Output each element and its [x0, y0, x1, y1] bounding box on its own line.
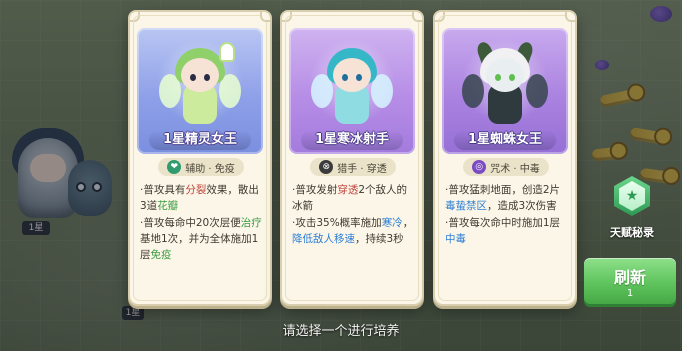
star-hex-icon: ★ [614, 176, 650, 216]
description-line: ·普攻每命中20次层便治疗基地1次，并为全体施加1层免疫 [140, 215, 264, 263]
talent-codex-button[interactable]: ★ 天赋秘录 [606, 176, 658, 250]
keyword-highlight: 分裂 [185, 184, 207, 196]
refresh-count: 1 [626, 288, 634, 299]
card-title: 1星寒冰射手 [300, 130, 404, 150]
hero-card-spider-queen[interactable]: 1星蜘蛛女王 ◎ 咒术 · 中毒 ·普攻猛刺地面，创造2片毒蛰禁区，造成3次伤害… [433, 10, 577, 306]
hero-card-ice-archer[interactable]: 1星寒冰射手 ⊗ 猎手 · 穿透 ·普攻发射穿透2个敌人的冰箭 ·攻击35%概率施… [280, 10, 424, 306]
talent-label: 天赋秘录 [610, 226, 654, 239]
keyword-highlight: 降低敌人移速 [292, 233, 355, 245]
role-tag: ◎ 咒术 · 中毒 [463, 158, 549, 176]
keyword-highlight: 花瓣 [157, 200, 179, 212]
role-tag: ⊗ 猎手 · 穿透 [310, 158, 396, 176]
description-line: ·普攻具有分裂效果，散出3道花瓣 [140, 182, 264, 214]
description-text: ·普攻每次命中时施加1层 [445, 217, 561, 229]
spider-queen-figure [462, 40, 548, 130]
description-text: ·普攻具有 [140, 184, 186, 196]
keyword-highlight: 穿透 [337, 184, 359, 196]
card-description: ·普攻具有分裂效果，散出3道花瓣 ·普攻每命中20次层便治疗基地1次，并为全体施加… [140, 182, 264, 264]
keyword-highlight: 中毒 [445, 233, 466, 245]
card-description: ·普攻猛刺地面，创造2片毒蛰禁区，造成3次伤害 ·普攻每次命中时施加1层中毒 [445, 182, 569, 248]
keyword-highlight: 毒蛰禁区 [445, 200, 487, 212]
card-portrait: 1星寒冰射手 [289, 28, 415, 154]
description-text: ， [402, 217, 414, 229]
description-text: ·普攻猛刺地面，创造2片 [445, 184, 561, 196]
description-line: ·攻击35%概率施加寒冷， 降低敌人移速，持续3秒 [292, 215, 416, 247]
role-label: 猎手 · 穿透 [337, 163, 387, 175]
spiral-icon: ◎ [472, 160, 487, 174]
card-portrait: 1星蜘蛛女王 [442, 28, 568, 154]
description-text: ·普攻发射 [292, 184, 338, 196]
description-text: ·普攻每命中20次层便 [140, 217, 241, 229]
role-label: 辅助 · 免疫 [185, 163, 235, 175]
keyword-highlight: 治疗 [240, 217, 262, 229]
keyword-highlight: 寒冷 [381, 217, 403, 229]
ice-archer-figure [311, 42, 393, 130]
card-title: 1星精灵女王 [148, 130, 252, 150]
heart-icon: ❤ [167, 160, 182, 174]
fairy-queen-figure [159, 42, 241, 130]
description-text: ·攻击35%概率施加 [292, 217, 382, 229]
card-portrait: 1星精灵女王 [137, 28, 263, 154]
description-line: ·普攻发射穿透2个敌人的冰箭 [292, 182, 416, 214]
hero-card-fairy-queen[interactable]: 1星精灵女王 ❤ 辅助 · 免疫 ·普攻具有分裂效果，散出3道花瓣 ·普攻每命中2… [128, 10, 272, 306]
card-description: ·普攻发射穿透2个敌人的冰箭 ·攻击35%概率施加寒冷， 降低敌人移速，持续3秒 [292, 182, 416, 248]
refresh-label: 刷新 [613, 268, 646, 287]
keyword-highlight: 免疫 [150, 249, 172, 261]
role-tag: ❤ 辅助 · 免疫 [158, 158, 244, 176]
description-text: ，持续3秒 [355, 233, 404, 245]
selection-prompt: 请选择一个进行培养 [282, 324, 400, 339]
role-label: 咒术 · 中毒 [490, 163, 540, 175]
crosshair-icon: ⊗ [319, 160, 334, 174]
card-title: 1星蜘蛛女王 [453, 130, 557, 150]
description-line: ·普攻猛刺地面，创造2片毒蛰禁区，造成3次伤害 [445, 182, 569, 214]
description-text: ，造成3次伤害 [487, 200, 557, 212]
description-line: ·普攻每次命中时施加1层中毒 [445, 215, 569, 247]
refresh-button[interactable]: 刷新 1 [584, 258, 676, 304]
